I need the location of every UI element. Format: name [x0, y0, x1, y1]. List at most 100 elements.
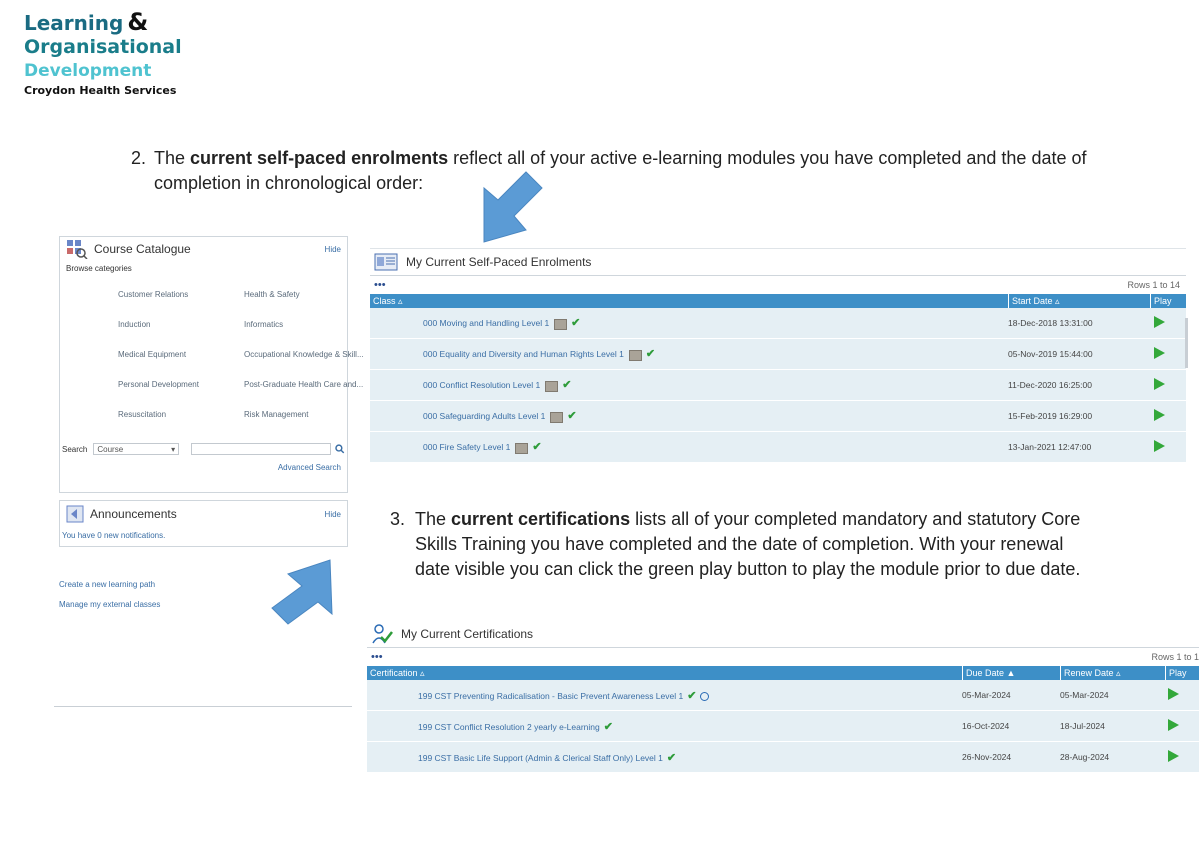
course-catalogue-panel: Course Catalogue Hide Browse categories … — [59, 236, 364, 493]
table-row: 199 CST Conflict Resolution 2 yearly e-L… — [367, 711, 1199, 742]
sort-icon: ▵ — [1116, 668, 1121, 678]
enrolments-table: My Current Self-Paced Enrolments ••• Row… — [370, 248, 1186, 463]
resource-icon — [628, 349, 642, 361]
category-link[interactable]: Risk Management — [244, 399, 364, 429]
step-3-paragraph: 3. The current certifications lists all … — [390, 507, 1100, 582]
class-name-link[interactable]: 000 Fire Safety Level 1 — [423, 442, 510, 452]
certificate-person-icon — [372, 624, 393, 644]
logo-line-3: Development — [24, 61, 152, 81]
play-button-icon[interactable] — [1154, 440, 1165, 452]
certifications-title: My Current Certifications — [401, 627, 534, 641]
certification-header-label: Certification — [370, 668, 418, 678]
certification-name-link[interactable]: 199 CST Conflict Resolution 2 yearly e-L… — [418, 722, 600, 732]
sort-icon: ▵ — [1055, 296, 1060, 306]
manage-external-classes-link[interactable]: Manage my external classes — [59, 600, 160, 609]
class-name-link[interactable]: 000 Equality and Diversity and Human Rig… — [423, 349, 624, 359]
start-date-header-label: Start Date — [1012, 296, 1053, 306]
search-label: Search — [62, 444, 88, 454]
play-button-icon[interactable] — [1154, 409, 1165, 421]
more-options-icon[interactable]: ••• — [374, 279, 386, 291]
due-date-header-label: Due Date — [966, 668, 1005, 678]
check-icon: ✔ — [687, 689, 697, 702]
step-2-prefix: The — [154, 148, 191, 168]
category-link[interactable]: Occupational Knowledge & Skill... — [244, 339, 364, 369]
play-button-icon[interactable] — [1168, 719, 1179, 731]
enrolments-title: My Current Self-Paced Enrolments — [406, 255, 592, 269]
table-row: 199 CST Preventing Radicalisation - Basi… — [367, 680, 1199, 711]
table-row: 199 CST Basic Life Support (Admin & Cler… — [367, 742, 1199, 773]
arrow-down-left-icon — [483, 171, 543, 243]
table-row: 000 Conflict Resolution Level 1 ✔ 11-Dec-… — [370, 370, 1186, 401]
table-row: 000 Fire Safety Level 1 ✔ 13-Jan-2021 12:… — [370, 432, 1186, 463]
category-link[interactable]: Health & Safety — [244, 279, 364, 309]
certifications-table: My Current Certifications ••• Rows 1 to … — [367, 621, 1199, 773]
category-link[interactable]: Personal Development — [118, 369, 244, 399]
enrolments-scrollbar[interactable] — [1185, 318, 1188, 368]
start-date: 13-Jan-2021 12:47:00 — [1008, 442, 1092, 452]
advanced-search-link[interactable]: Advanced Search — [60, 455, 347, 472]
category-link[interactable]: Induction — [118, 309, 244, 339]
search-type-select[interactable]: Course ▾ — [93, 443, 180, 455]
enrolment-list-icon — [374, 253, 398, 271]
table-row: 000 Equality and Diversity and Human Rig… — [370, 339, 1186, 370]
due-date: 26-Nov-2024 — [962, 752, 1012, 762]
play-button-icon[interactable] — [1168, 688, 1179, 700]
due-date-column-header[interactable]: Due Date ▲ — [962, 666, 1060, 680]
announcements-hide-link[interactable]: Hide — [325, 510, 341, 519]
check-icon: ✔ — [532, 441, 542, 454]
search-icon[interactable] — [335, 444, 345, 454]
logo-line-4: Croydon Health Services — [24, 84, 177, 97]
logo: Learning & Organisational Development Cro… — [24, 10, 182, 100]
play-column-header: Play — [1150, 294, 1186, 308]
play-button-icon[interactable] — [1168, 750, 1179, 762]
class-name-link[interactable]: 000 Moving and Handling Level 1 — [423, 318, 549, 328]
catalogue-title: Course Catalogue — [94, 242, 191, 256]
renew-date-header-label: Renew Date — [1064, 668, 1114, 678]
certification-column-header[interactable]: Certification ▵ — [367, 666, 962, 680]
category-grid: Customer Relations Health & Safety Induc… — [60, 279, 364, 429]
start-date: 05-Nov-2019 15:44:00 — [1008, 349, 1093, 359]
logo-ampersand: & — [127, 8, 149, 36]
category-link[interactable]: Customer Relations — [118, 279, 244, 309]
certifications-header: Certification ▵ Due Date ▲ Renew Date ▵ … — [367, 666, 1199, 680]
start-date-column-header[interactable]: Start Date ▵ — [1008, 294, 1150, 308]
announcements-title: Announcements — [90, 507, 177, 521]
class-name-link[interactable]: 000 Safeguarding Adults Level 1 — [423, 411, 545, 421]
play-column-header: Play — [1165, 666, 1199, 680]
play-button-icon[interactable] — [1154, 347, 1165, 359]
certification-name-link[interactable]: 199 CST Basic Life Support (Admin & Cler… — [418, 753, 663, 763]
category-link[interactable]: Informatics — [244, 309, 364, 339]
resource-icon — [550, 411, 564, 423]
category-link[interactable]: Post-Graduate Health Care and... — [244, 369, 364, 399]
step-3-prefix: The — [415, 509, 452, 529]
catalogue-hide-link[interactable]: Hide — [325, 245, 341, 254]
step-3-bold: current certifications — [451, 509, 631, 529]
category-link[interactable]: Resuscitation — [118, 399, 244, 429]
create-learning-path-link[interactable]: Create a new learning path — [59, 580, 155, 589]
play-button-icon[interactable] — [1154, 316, 1165, 328]
start-date: 11-Dec-2020 16:25:00 — [1008, 380, 1092, 390]
check-icon: ✔ — [571, 317, 581, 330]
renew-date: 05-Mar-2024 — [1060, 690, 1109, 700]
logo-line-1: Learning — [24, 11, 124, 35]
renew-date-column-header[interactable]: Renew Date ▵ — [1060, 666, 1165, 680]
renew-date: 18-Jul-2024 — [1060, 721, 1105, 731]
category-link[interactable]: Medical Equipment — [118, 339, 244, 369]
rows-count: Rows 1 to 1 — [1151, 652, 1199, 662]
class-column-header[interactable]: Class ▵ — [370, 294, 1008, 308]
class-name-link[interactable]: 000 Conflict Resolution Level 1 — [423, 380, 540, 390]
check-icon: ✔ — [666, 751, 677, 764]
due-date: 16-Oct-2024 — [962, 721, 1010, 731]
check-icon: ✔ — [567, 410, 577, 423]
certification-name-link[interactable]: 199 CST Preventing Radicalisation - Basi… — [418, 691, 683, 701]
step-2-number: 2. — [131, 148, 147, 168]
sort-up-icon: ▲ — [1006, 668, 1016, 678]
class-header-label: Class — [373, 296, 396, 306]
play-button-icon[interactable] — [1154, 378, 1165, 390]
more-options-icon[interactable]: ••• — [371, 651, 383, 663]
chevron-down-icon: ▾ — [171, 444, 176, 454]
resource-icon — [554, 318, 568, 330]
search-input[interactable] — [191, 443, 332, 455]
step-2-paragraph: 2. The current self-paced enrolments ref… — [131, 146, 1121, 196]
sort-icon: ▵ — [420, 668, 425, 678]
